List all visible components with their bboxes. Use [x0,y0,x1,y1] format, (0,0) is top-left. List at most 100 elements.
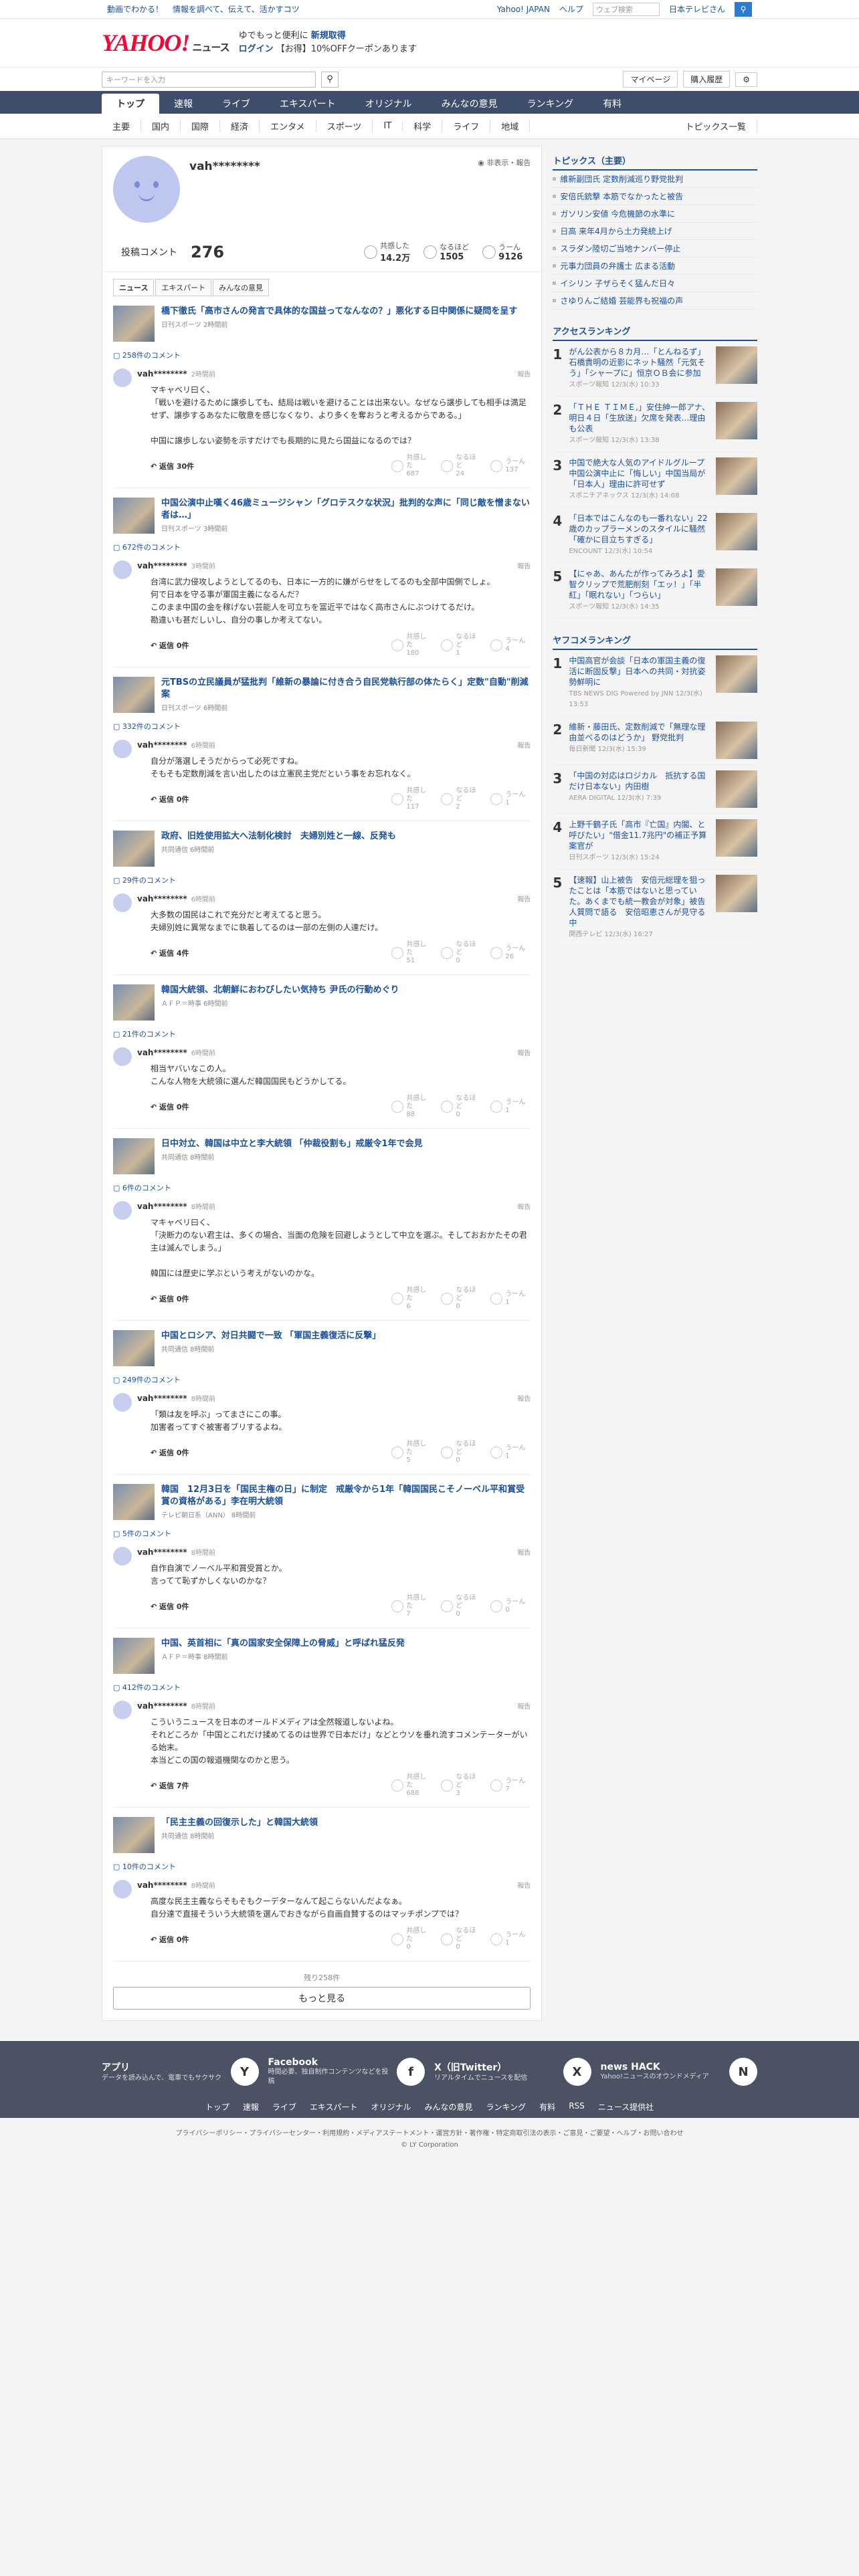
web-search-input[interactable]: ウェブ検索 [592,2,660,16]
reply-button[interactable]: ↶ 返信 0件 [151,1293,189,1304]
footer-link[interactable]: みんなの意見 [425,2101,473,2113]
help-link[interactable]: ヘルプ [559,3,583,15]
comments-link[interactable]: ▢ 21件のコメント [113,1029,531,1039]
report-link[interactable]: 報告 [517,1201,531,1211]
comments-link[interactable]: ▢ 412件のコメント [113,1682,531,1693]
reaction-insight-button[interactable]: なるほど 2 [441,787,481,811]
article-title[interactable]: 元TBSの立民議員が猛批判「維新の暴論に付き合う自民党執行部の体たらく」定数"自… [161,677,531,701]
reply-button[interactable]: ↶ 返信 0件 [151,794,189,804]
reply-button[interactable]: ↶ 返信 7件 [151,1780,189,1791]
reply-button[interactable]: ↶ 返信 0件 [151,640,189,651]
comment-user[interactable]: vah******** [137,369,187,379]
reaction-empathy-button[interactable]: 共感した 180 [391,633,432,657]
tab-expert[interactable]: エキスパート [155,279,212,296]
ranking-item[interactable]: 2 維新・藤田氏、定数削減で「無理な理由並べるのはどうか」 野党批判 毎日新聞 12… [553,716,757,765]
topic-item[interactable]: 元事力団員の弁護士 広まる活動 [553,257,757,275]
nav-opinions[interactable]: みんなの意見 [427,94,512,114]
topic-item[interactable]: スラダン陸切ご当地ナンバー停止 [553,240,757,257]
reaction-insight-button[interactable]: なるほど 0 [441,1594,481,1618]
article-thumbnail[interactable] [113,498,155,534]
comments-link[interactable]: ▢ 5件のコメント [113,1528,531,1539]
reaction-empathy-button[interactable]: 共感した 687 [391,454,432,478]
footer-card[interactable]: アプリ データを読み込んで、電車でもサクサク Y [102,2057,259,2086]
reaction-hmm-button[interactable]: うーん 137 [490,458,531,474]
cat-science[interactable]: 科学 [403,120,443,132]
reaction-hmm-button[interactable]: うーん 1 [490,791,531,807]
footer-link[interactable]: 速報 [243,2101,259,2113]
reaction-hmm-button[interactable]: うーん 1 [490,1931,531,1947]
cat-entertainment[interactable]: エンタメ [260,120,316,132]
web-search-button[interactable]: ⚲ [735,1,752,17]
more-button[interactable]: もっと見る [113,1987,531,2010]
top-link-1[interactable]: 情報を調べて、伝えて、活かすコツ [173,3,300,15]
ranking-item[interactable]: 4 上野千鶴子氏「高市『亡国』内閣、と呼びたい」"借金11.7兆円"の補正予算案官… [553,814,757,869]
keyword-search-button[interactable]: ⚲ [321,71,339,88]
reaction-hmm-button[interactable]: うーん 1 [490,1099,531,1115]
article-title[interactable]: 中国公演中止嘆く46歳ミュージシャン「グロテスクな状況」批判的な声に「同じ敵を憎… [161,498,531,522]
reply-button[interactable]: ↶ 返信 0件 [151,1447,189,1458]
nav-original[interactable]: オリジナル [351,94,427,114]
reaction-empathy-button[interactable]: 共感した 7 [391,1594,432,1618]
report-link[interactable]: 報告 [517,1547,531,1557]
reaction-insight-button[interactable]: なるほど 0 [441,1927,481,1951]
article-title[interactable]: 中国、英首相に「真の国家安全保障上の脅威」と呼ばれ猛反発 [161,1638,405,1650]
article-title[interactable]: 中国とロシア、対日共闘で一致 「軍国主義復活に反撃」 [161,1330,381,1342]
reaction-empathy-button[interactable]: 共感した 688 [391,1774,432,1798]
article-thumbnail[interactable] [113,677,155,713]
keyword-input[interactable]: キーワードを入力 [102,71,316,88]
report-link[interactable]: 報告 [517,1701,531,1711]
reaction-empathy-button[interactable]: 共感した 117 [391,787,432,811]
reaction-hmm-button[interactable]: うーん 1 [490,1291,531,1307]
reply-button[interactable]: ↶ 返信 0件 [151,1601,189,1612]
footer-link[interactable]: エキスパート [310,2101,358,2113]
cat-it[interactable]: IT [373,121,403,131]
ranking-item[interactable]: 3 中国で絶大な人気のアイドルグループ 中国公演中止に「悔しい」中国当局が「日本人… [553,452,757,508]
article-thumbnail[interactable] [113,306,155,342]
reaction-hmm-button[interactable]: うーん 4 [490,637,531,653]
footer-link[interactable]: 有料 [539,2101,555,2113]
reaction-insight-button[interactable]: なるほど 3 [441,1774,481,1798]
article-title[interactable]: 韓国大統領、北朝鮮におわびしたい気持ち 尹氏の行動めぐり [161,984,399,996]
footer-card[interactable]: news HACK Yahoo!ニュースのオウンドメディア N [601,2057,757,2086]
cat-local[interactable]: 地域 [490,120,531,132]
reply-button[interactable]: ↶ 返信 0件 [151,1934,189,1945]
comment-user[interactable]: vah******** [137,561,187,570]
yahoo-news-logo[interactable]: YAHOO! ニュース [102,29,230,57]
topic-item[interactable]: 維新副団氏 定数削減巡り野党批判 [553,171,757,188]
reaction-insight-button[interactable]: なるほど 0 [441,1095,481,1119]
cat-life[interactable]: ライフ [442,120,491,132]
article-thumbnail[interactable] [113,831,155,867]
footer-link[interactable]: トップ [205,2101,229,2113]
comments-link[interactable]: ▢ 6件のコメント [113,1182,531,1193]
reaction-insight-button[interactable]: なるほど 0 [441,1287,481,1311]
legal-links[interactable]: プライバシーポリシー・プライバシーセンター・利用規約・メディアステートメント・運… [0,2127,859,2137]
topic-item[interactable]: 安倍氏銃撃 本筋でなかったと被告 [553,188,757,205]
topic-item[interactable]: ガソリン安値 今危機節の水準に [553,205,757,223]
article-title[interactable]: 韓国 12月3日を「国民主権の日」に制定 戒厳令から1年「韓国国民こそノーベル平… [161,1484,531,1508]
reaction-hmm-button[interactable]: うーん 26 [490,945,531,961]
purchase-history-button[interactable]: 購入履歴 [683,71,731,88]
article-thumbnail[interactable] [113,1330,155,1366]
footer-link[interactable]: ライブ [272,2101,296,2113]
reply-button[interactable]: ↶ 返信 0件 [151,1101,189,1112]
signup-link[interactable]: 新規取得 [311,31,346,41]
reaction-insight-button[interactable]: なるほど 1 [441,633,481,657]
report-link[interactable]: 報告 [517,1393,531,1403]
comment-user[interactable]: vah******** [137,1701,187,1711]
reaction-insight-button[interactable]: なるほど 24 [441,454,481,478]
ranking-item[interactable]: 2 「ＴＨＥ ＴＩＭＥ,」安住紳一郎アナ、明日４日「生放送」欠席を発表…理由も公表… [553,397,757,452]
report-link[interactable]: 報告 [517,1880,531,1890]
reaction-empathy-button[interactable]: 共感した 6 [391,1287,432,1311]
footer-link[interactable]: RSS [569,2101,585,2113]
ranking-item[interactable]: 1 中国高官が会談「日本の軍国主義の復活に断固反撃」日本への共同・対抗姿勢鮮明に T… [553,650,757,716]
report-link[interactable]: 報告 [517,740,531,750]
comment-user[interactable]: vah******** [137,1394,187,1403]
cat-domestic[interactable]: 国内 [141,120,181,132]
reaction-hmm-button[interactable]: うーん 7 [490,1778,531,1794]
topics-list-link[interactable]: トピックス一覧 [674,120,757,132]
report-link[interactable]: 報告 [517,893,531,903]
top-link-0[interactable]: 動画でわかる！ [107,3,163,15]
reply-button[interactable]: ↶ 返信 4件 [151,948,189,958]
yahoo-japan-link[interactable]: Yahoo! JAPAN [497,5,550,14]
nav-top[interactable]: トップ [102,94,159,114]
